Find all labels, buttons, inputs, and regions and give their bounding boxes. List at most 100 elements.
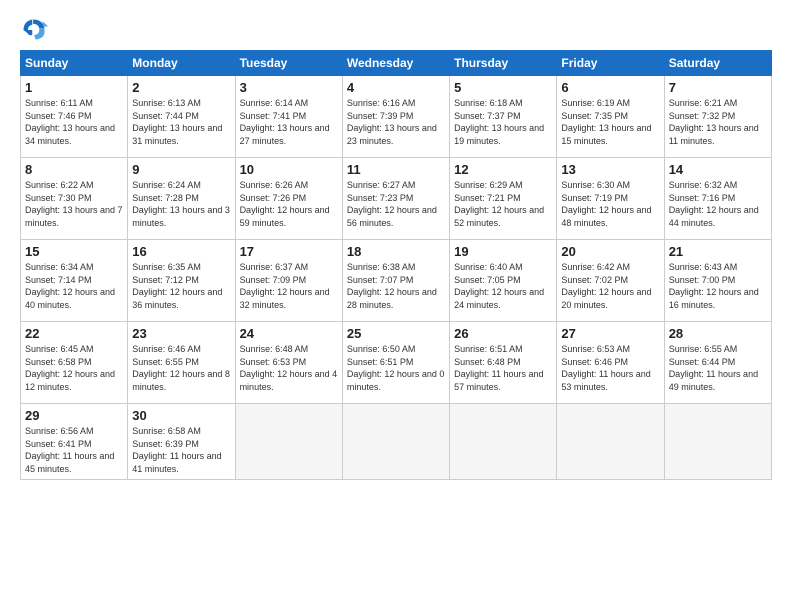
calendar-cell: 1 Sunrise: 6:11 AMSunset: 7:46 PMDaylight… xyxy=(21,76,128,158)
calendar-header-row: SundayMondayTuesdayWednesdayThursdayFrid… xyxy=(21,51,772,76)
calendar-cell xyxy=(450,404,557,480)
calendar-cell: 11 Sunrise: 6:27 AMSunset: 7:23 PMDayligh… xyxy=(342,158,449,240)
calendar-cell: 20 Sunrise: 6:42 AMSunset: 7:02 PMDayligh… xyxy=(557,240,664,322)
calendar-week-row: 1 Sunrise: 6:11 AMSunset: 7:46 PMDaylight… xyxy=(21,76,772,158)
day-info: Sunrise: 6:32 AMSunset: 7:16 PMDaylight:… xyxy=(669,179,767,229)
day-info: Sunrise: 6:16 AMSunset: 7:39 PMDaylight:… xyxy=(347,97,445,147)
calendar-cell: 19 Sunrise: 6:40 AMSunset: 7:05 PMDayligh… xyxy=(450,240,557,322)
day-number: 13 xyxy=(561,162,659,177)
day-number: 4 xyxy=(347,80,445,95)
day-info: Sunrise: 6:58 AMSunset: 6:39 PMDaylight:… xyxy=(132,425,230,475)
day-info: Sunrise: 6:51 AMSunset: 6:48 PMDaylight:… xyxy=(454,343,552,393)
day-number: 9 xyxy=(132,162,230,177)
day-info: Sunrise: 6:13 AMSunset: 7:44 PMDaylight:… xyxy=(132,97,230,147)
day-info: Sunrise: 6:38 AMSunset: 7:07 PMDaylight:… xyxy=(347,261,445,311)
day-number: 30 xyxy=(132,408,230,423)
calendar-cell: 4 Sunrise: 6:16 AMSunset: 7:39 PMDaylight… xyxy=(342,76,449,158)
day-info: Sunrise: 6:18 AMSunset: 7:37 PMDaylight:… xyxy=(454,97,552,147)
calendar-cell: 8 Sunrise: 6:22 AMSunset: 7:30 PMDaylight… xyxy=(21,158,128,240)
day-number: 17 xyxy=(240,244,338,259)
calendar-cell: 10 Sunrise: 6:26 AMSunset: 7:26 PMDayligh… xyxy=(235,158,342,240)
day-info: Sunrise: 6:30 AMSunset: 7:19 PMDaylight:… xyxy=(561,179,659,229)
calendar-cell: 14 Sunrise: 6:32 AMSunset: 7:16 PMDayligh… xyxy=(664,158,771,240)
calendar-cell xyxy=(342,404,449,480)
calendar-cell: 5 Sunrise: 6:18 AMSunset: 7:37 PMDaylight… xyxy=(450,76,557,158)
day-number: 7 xyxy=(669,80,767,95)
day-number: 26 xyxy=(454,326,552,341)
day-number: 24 xyxy=(240,326,338,341)
header xyxy=(20,16,772,44)
day-info: Sunrise: 6:35 AMSunset: 7:12 PMDaylight:… xyxy=(132,261,230,311)
day-info: Sunrise: 6:21 AMSunset: 7:32 PMDaylight:… xyxy=(669,97,767,147)
day-number: 28 xyxy=(669,326,767,341)
calendar-day-header: Friday xyxy=(557,51,664,76)
calendar-cell: 13 Sunrise: 6:30 AMSunset: 7:19 PMDayligh… xyxy=(557,158,664,240)
day-info: Sunrise: 6:53 AMSunset: 6:46 PMDaylight:… xyxy=(561,343,659,393)
calendar-cell: 2 Sunrise: 6:13 AMSunset: 7:44 PMDaylight… xyxy=(128,76,235,158)
calendar-cell: 16 Sunrise: 6:35 AMSunset: 7:12 PMDayligh… xyxy=(128,240,235,322)
day-number: 22 xyxy=(25,326,123,341)
day-info: Sunrise: 6:22 AMSunset: 7:30 PMDaylight:… xyxy=(25,179,123,229)
day-info: Sunrise: 6:24 AMSunset: 7:28 PMDaylight:… xyxy=(132,179,230,229)
calendar-week-row: 15 Sunrise: 6:34 AMSunset: 7:14 PMDayligh… xyxy=(21,240,772,322)
day-number: 20 xyxy=(561,244,659,259)
day-number: 25 xyxy=(347,326,445,341)
day-info: Sunrise: 6:29 AMSunset: 7:21 PMDaylight:… xyxy=(454,179,552,229)
calendar-cell: 25Sunrise: 6:50 AMSunset: 6:51 PMDayligh… xyxy=(342,322,449,404)
day-number: 12 xyxy=(454,162,552,177)
day-info: Sunrise: 6:45 AMSunset: 6:58 PMDaylight:… xyxy=(25,343,123,393)
calendar-cell xyxy=(235,404,342,480)
day-number: 2 xyxy=(132,80,230,95)
day-info: Sunrise: 6:19 AMSunset: 7:35 PMDaylight:… xyxy=(561,97,659,147)
day-number: 16 xyxy=(132,244,230,259)
logo xyxy=(20,16,52,44)
day-number: 1 xyxy=(25,80,123,95)
day-number: 27 xyxy=(561,326,659,341)
calendar-cell: 26 Sunrise: 6:51 AMSunset: 6:48 PMDayligh… xyxy=(450,322,557,404)
day-info: Sunrise: 6:37 AMSunset: 7:09 PMDaylight:… xyxy=(240,261,338,311)
day-info: Sunrise: 6:43 AMSunset: 7:00 PMDaylight:… xyxy=(669,261,767,311)
day-info: Sunrise: 6:26 AMSunset: 7:26 PMDaylight:… xyxy=(240,179,338,229)
day-number: 5 xyxy=(454,80,552,95)
day-number: 3 xyxy=(240,80,338,95)
day-number: 18 xyxy=(347,244,445,259)
calendar-cell: 27 Sunrise: 6:53 AMSunset: 6:46 PMDayligh… xyxy=(557,322,664,404)
calendar-cell: 21 Sunrise: 6:43 AMSunset: 7:00 PMDayligh… xyxy=(664,240,771,322)
day-info: Sunrise: 6:11 AMSunset: 7:46 PMDaylight:… xyxy=(25,97,123,147)
calendar-cell: 9 Sunrise: 6:24 AMSunset: 7:28 PMDaylight… xyxy=(128,158,235,240)
day-number: 11 xyxy=(347,162,445,177)
day-info: Sunrise: 6:42 AMSunset: 7:02 PMDaylight:… xyxy=(561,261,659,311)
day-info: Sunrise: 6:27 AMSunset: 7:23 PMDaylight:… xyxy=(347,179,445,229)
calendar-cell: 23 Sunrise: 6:46 AMSunset: 6:55 PMDayligh… xyxy=(128,322,235,404)
calendar-cell: 18 Sunrise: 6:38 AMSunset: 7:07 PMDayligh… xyxy=(342,240,449,322)
calendar-cell: 24Sunrise: 6:48 AMSunset: 6:53 PMDayligh… xyxy=(235,322,342,404)
calendar-week-row: 29Sunrise: 6:56 AMSunset: 6:41 PMDayligh… xyxy=(21,404,772,480)
day-number: 6 xyxy=(561,80,659,95)
day-number: 15 xyxy=(25,244,123,259)
logo-icon xyxy=(20,16,48,44)
day-info: Sunrise: 6:46 AMSunset: 6:55 PMDaylight:… xyxy=(132,343,230,393)
calendar-day-header: Thursday xyxy=(450,51,557,76)
day-number: 21 xyxy=(669,244,767,259)
calendar-cell xyxy=(557,404,664,480)
calendar-cell: 12 Sunrise: 6:29 AMSunset: 7:21 PMDayligh… xyxy=(450,158,557,240)
day-number: 23 xyxy=(132,326,230,341)
day-info: Sunrise: 6:14 AMSunset: 7:41 PMDaylight:… xyxy=(240,97,338,147)
calendar-cell: 30 Sunrise: 6:58 AMSunset: 6:39 PMDayligh… xyxy=(128,404,235,480)
day-number: 14 xyxy=(669,162,767,177)
calendar-week-row: 8 Sunrise: 6:22 AMSunset: 7:30 PMDaylight… xyxy=(21,158,772,240)
day-info: Sunrise: 6:55 AMSunset: 6:44 PMDaylight:… xyxy=(669,343,767,393)
day-number: 19 xyxy=(454,244,552,259)
calendar-cell: 17 Sunrise: 6:37 AMSunset: 7:09 PMDayligh… xyxy=(235,240,342,322)
calendar-cell xyxy=(664,404,771,480)
calendar-week-row: 22 Sunrise: 6:45 AMSunset: 6:58 PMDayligh… xyxy=(21,322,772,404)
day-number: 8 xyxy=(25,162,123,177)
page: SundayMondayTuesdayWednesdayThursdayFrid… xyxy=(0,0,792,612)
calendar-day-header: Tuesday xyxy=(235,51,342,76)
day-info: Sunrise: 6:56 AMSunset: 6:41 PMDaylight:… xyxy=(25,425,123,475)
day-number: 10 xyxy=(240,162,338,177)
calendar-day-header: Monday xyxy=(128,51,235,76)
day-info: Sunrise: 6:34 AMSunset: 7:14 PMDaylight:… xyxy=(25,261,123,311)
calendar-cell: 7 Sunrise: 6:21 AMSunset: 7:32 PMDaylight… xyxy=(664,76,771,158)
day-info: Sunrise: 6:40 AMSunset: 7:05 PMDaylight:… xyxy=(454,261,552,311)
